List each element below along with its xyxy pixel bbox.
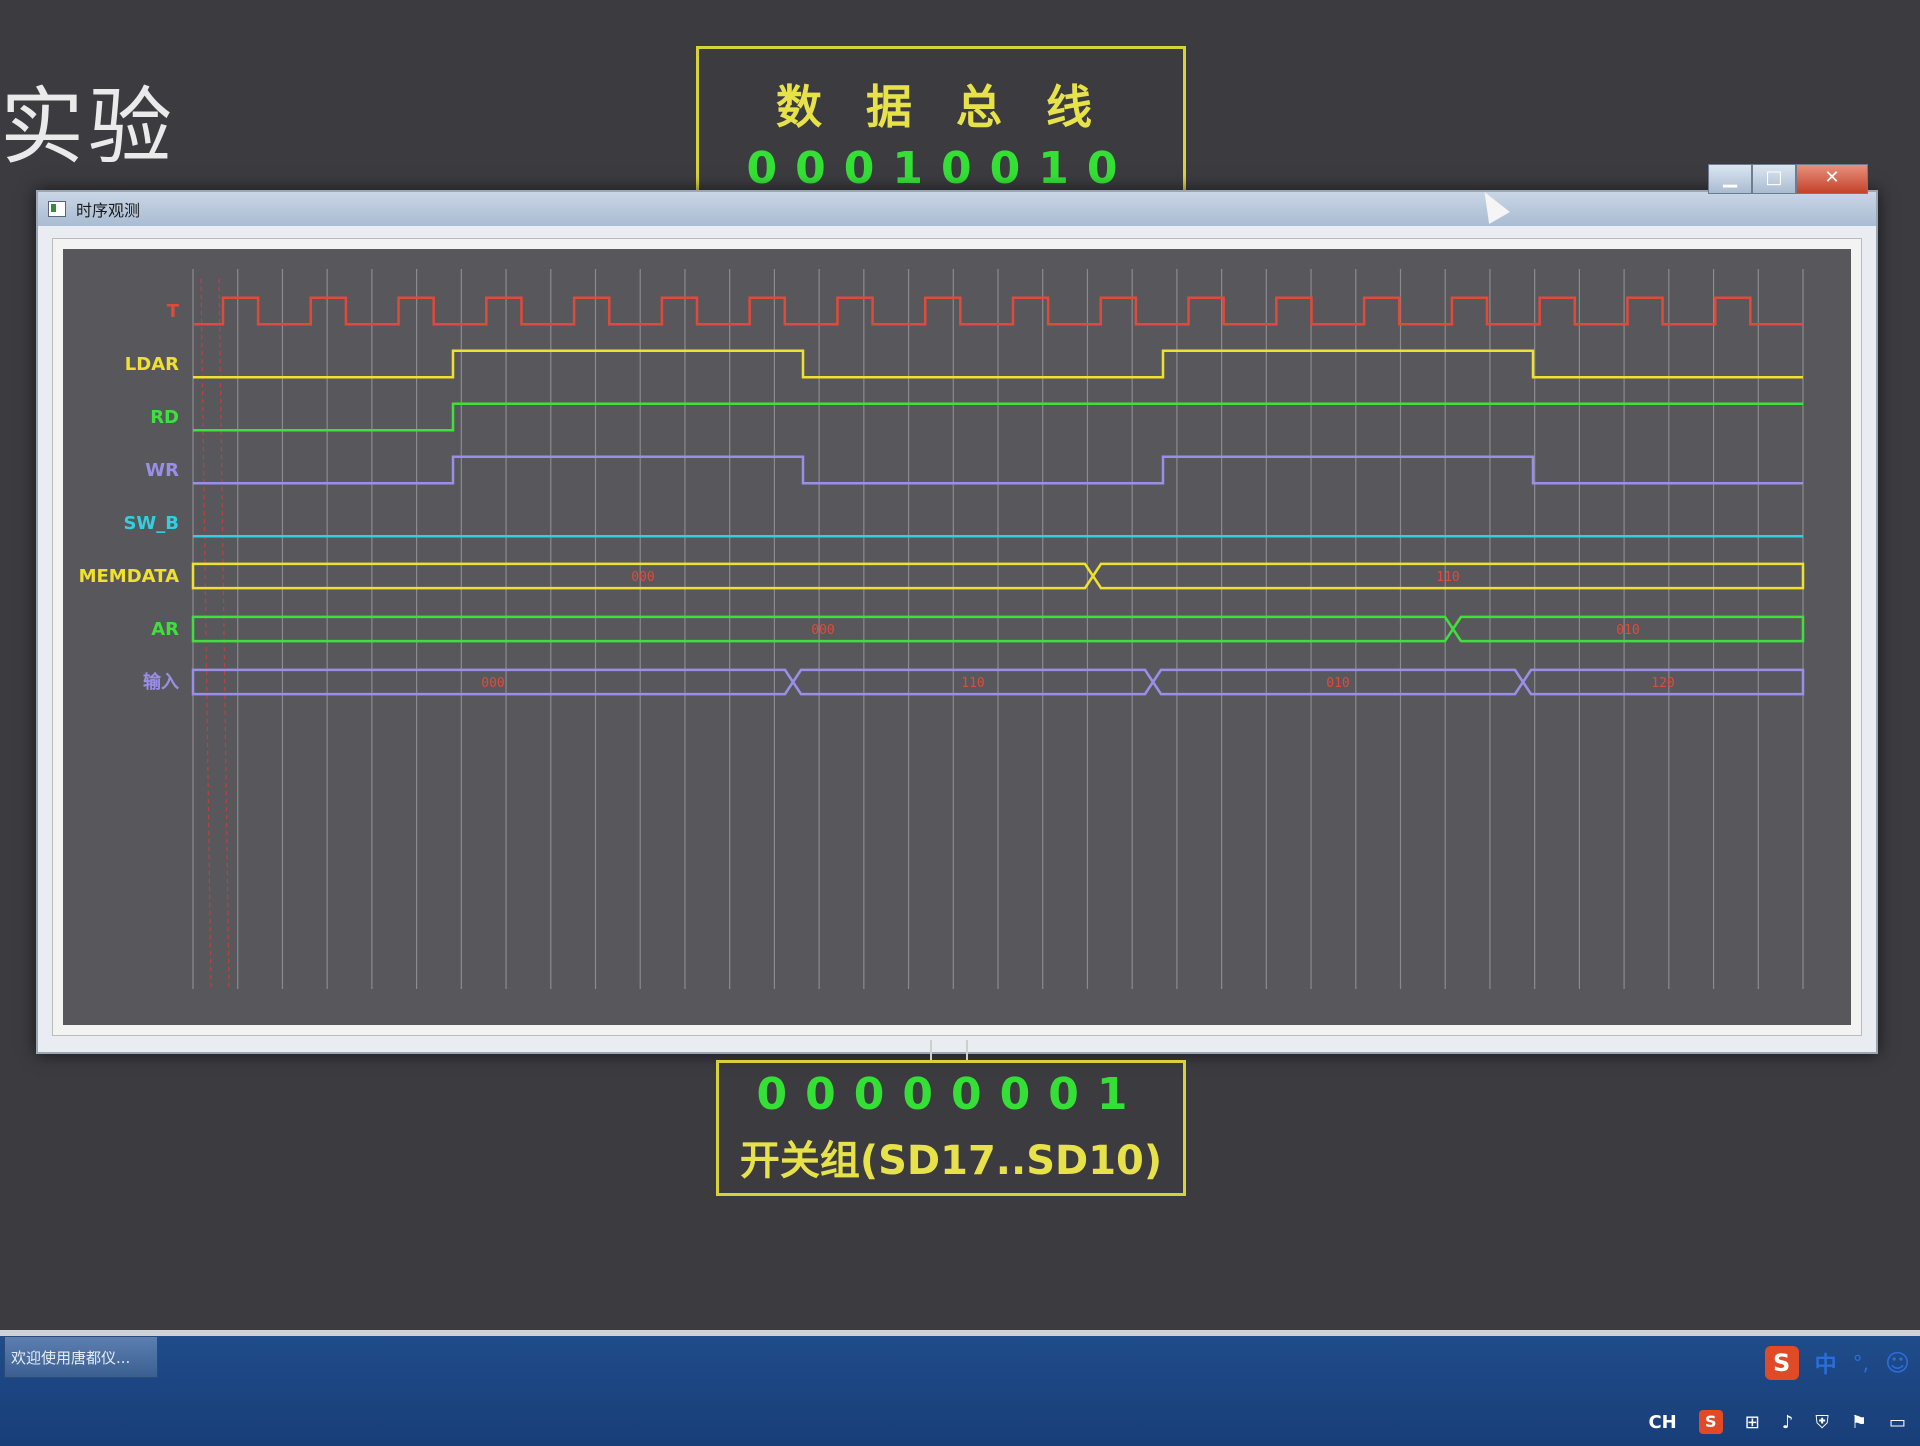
volume-icon[interactable]: ♪	[1782, 1412, 1794, 1433]
bus-value-label: 010	[1616, 623, 1639, 638]
ime-logo-icon[interactable]: S	[1764, 1346, 1799, 1380]
taskbar: 欢迎使用唐都仪... S 中 °, ☺ CH S ⊞ ♪ ⛨ ⚑ ▭	[0, 1330, 1920, 1446]
marker-line	[218, 278, 230, 990]
signal-label: 输入	[143, 671, 179, 693]
switch-label: 开关组(SD17..SD10)	[739, 1138, 1163, 1184]
bus-value-label: 110	[1436, 570, 1459, 585]
bus-connector	[930, 1040, 968, 1062]
bus-value-label: 110	[961, 676, 984, 691]
tray-ime-icon[interactable]: S	[1698, 1410, 1723, 1434]
data-bus-title: 数 据 总 线	[775, 80, 1107, 134]
ime-punctuation-toggle[interactable]: °,	[1853, 1351, 1869, 1375]
minimize-button[interactable]: ▁	[1708, 164, 1752, 194]
ime-toolbar: S 中 °, ☺	[1764, 1346, 1910, 1380]
display-icon[interactable]: ▭	[1889, 1412, 1906, 1433]
ime-emoji-icon[interactable]: ☺	[1885, 1349, 1910, 1377]
signal-label: LDAR	[125, 354, 179, 375]
marker-line	[200, 278, 212, 990]
window-titlebar[interactable]: 时序观测 ▁ □ ✕	[38, 164, 1876, 226]
window-controls: ▁ □ ✕	[1708, 164, 1868, 194]
signal-label: T	[167, 301, 180, 322]
signal-label: SW_B	[123, 513, 179, 534]
tray-language-indicator[interactable]: CH	[1648, 1412, 1676, 1433]
system-tray: CH S ⊞ ♪ ⛨ ⚑ ▭	[1648, 1410, 1906, 1434]
data-bus-value: 00010010	[746, 143, 1136, 194]
signal-label: MEMDATA	[79, 566, 179, 587]
signal-label: WR	[145, 460, 179, 481]
app-icon	[48, 201, 66, 217]
switch-group-panel: 00000001 开关组(SD17..SD10)	[716, 1060, 1186, 1196]
close-button[interactable]: ✕	[1796, 164, 1868, 194]
bus-value-label: 000	[631, 570, 654, 585]
window-title: 时序观测	[76, 201, 141, 220]
switch-value: 00000001	[756, 1069, 1146, 1120]
taskbar-task-button[interactable]: 欢迎使用唐都仪...	[4, 1336, 158, 1378]
ime-language-toggle[interactable]: 中	[1815, 1347, 1837, 1379]
action-center-flag-icon[interactable]: ⚑	[1851, 1412, 1867, 1433]
background-title: 实验	[0, 78, 177, 176]
security-shield-icon[interactable]: ⛨	[1815, 1412, 1829, 1433]
timing-diagram: T LDAR RD WR SW_B MEMDATA 000 110 AR 000 010 输入 000 1…	[63, 249, 1851, 1025]
bus-value-label: 000	[481, 676, 504, 691]
bus-value-label: 010	[1326, 676, 1349, 691]
timing-window: 时序观测 ▁ □ ✕ T LDAR RD WR SW_B MEMDATA 000 110 AR 0…	[36, 164, 1878, 1054]
maximize-button[interactable]: □	[1752, 164, 1796, 194]
signal-label: AR	[151, 619, 179, 640]
bus-value-label: 000	[811, 623, 834, 638]
data-bus-panel: 数 据 总 线 00010010	[696, 46, 1186, 196]
bus-value-label: 120	[1651, 676, 1674, 691]
window-client-area: T LDAR RD WR SW_B MEMDATA 000 110 AR 000 010 输入 000 1…	[52, 238, 1862, 1036]
network-icon[interactable]: ⊞	[1745, 1412, 1760, 1433]
waveform-canvas: T LDAR RD WR SW_B MEMDATA 000 110 AR 000 010 输入 000 1…	[79, 269, 1805, 990]
signal-label: RD	[150, 407, 179, 428]
